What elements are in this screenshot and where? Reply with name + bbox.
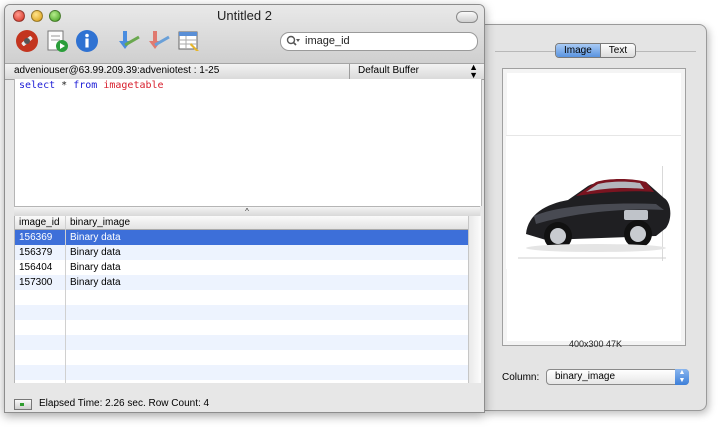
sql-table-name: imagetable xyxy=(103,80,164,91)
run-script-icon[interactable] xyxy=(45,29,69,53)
collapse-arrow-icon: ^ xyxy=(245,207,249,216)
table-row[interactable]: 156369 Binary data xyxy=(15,230,469,245)
toolbar-toggle-button[interactable] xyxy=(456,11,478,23)
image-drawer: Image Text 400x300 47K Column: binary_im… xyxy=(484,24,707,411)
empty-row xyxy=(15,365,469,380)
cell-binary-image: Binary data xyxy=(70,247,121,258)
status-text: Elapsed Time: 2.26 sec. Row Count: 4 xyxy=(39,398,210,409)
buffer-stepper-icon[interactable]: ▲ ▼ xyxy=(469,63,478,80)
results-header: image_id binary_image xyxy=(15,216,469,230)
empty-row xyxy=(15,305,469,320)
title-bar: Untitled 2 image_id xyxy=(5,5,484,64)
empty-row xyxy=(15,335,469,350)
search-placeholder: image_id xyxy=(305,35,350,47)
cell-binary-image: Binary data xyxy=(70,277,121,288)
connection-label: adveniouser@63.99.209.39:adveniotest : 1… xyxy=(14,65,220,76)
connect-icon[interactable] xyxy=(15,29,39,53)
cell-image-id: 156379 xyxy=(19,247,53,258)
info-icon[interactable] xyxy=(75,29,99,53)
select-arrows-icon: ▲ ▼ xyxy=(675,369,689,385)
cell-binary-image: Binary data xyxy=(70,232,121,243)
column-select-value: binary_image xyxy=(555,371,616,382)
cell-image-id: 156369 xyxy=(19,232,53,243)
buffer-select[interactable]: Default Buffer xyxy=(358,65,419,76)
export-icon[interactable] xyxy=(147,29,171,53)
sql-wildcard: * xyxy=(61,80,68,91)
sql-keyword-from: from xyxy=(73,80,98,91)
tab-image[interactable]: Image xyxy=(556,44,601,57)
status-indicator xyxy=(14,399,32,410)
window-title: Untitled 2 xyxy=(217,8,272,23)
column-header-binary-image[interactable]: binary_image xyxy=(70,217,130,228)
table-row[interactable]: 156379 Binary data xyxy=(15,245,469,260)
empty-row xyxy=(15,290,469,305)
empty-row xyxy=(15,350,469,365)
sql-keyword-select: select xyxy=(19,80,56,91)
column-select[interactable]: binary_image ▲ ▼ xyxy=(546,369,689,385)
connection-divider xyxy=(349,64,350,79)
empty-row xyxy=(15,320,469,335)
sql-editor[interactable]: select * from imagetable xyxy=(14,79,482,206)
search-icon xyxy=(286,35,300,46)
tab-text[interactable]: Text xyxy=(600,44,636,57)
table-row[interactable]: 156404 Binary data xyxy=(15,260,469,275)
status-bar: Elapsed Time: 2.26 sec. Row Count: 4 xyxy=(5,397,484,412)
view-segmented-control[interactable]: Image Text xyxy=(555,43,637,58)
cell-image-id: 157300 xyxy=(19,277,53,288)
connection-bar: adveniouser@63.99.209.39:adveniotest : 1… xyxy=(5,63,484,80)
results-scrollbar[interactable] xyxy=(468,216,481,383)
table-row[interactable]: 157300 Binary data xyxy=(15,275,469,290)
results-table[interactable]: image_id binary_image 156369 Binary data… xyxy=(14,216,469,383)
cell-binary-image: Binary data xyxy=(70,262,121,273)
table-edit-icon[interactable] xyxy=(177,29,201,53)
column-divider[interactable] xyxy=(65,216,66,383)
import-icon[interactable] xyxy=(117,29,141,53)
cell-image-id: 156404 xyxy=(19,262,53,273)
main-window: Untitled 2 image_id adveniouser@63.99.20… xyxy=(4,4,485,413)
image-preview-well xyxy=(502,68,686,346)
column-label: Column: xyxy=(502,372,540,383)
column-header-image-id[interactable]: image_id xyxy=(19,217,60,228)
sql-query: select * from imagetable xyxy=(19,80,164,91)
search-field[interactable]: image_id xyxy=(280,32,478,51)
car-image xyxy=(506,135,681,269)
image-size-caption: 400x300 47K xyxy=(568,339,623,349)
